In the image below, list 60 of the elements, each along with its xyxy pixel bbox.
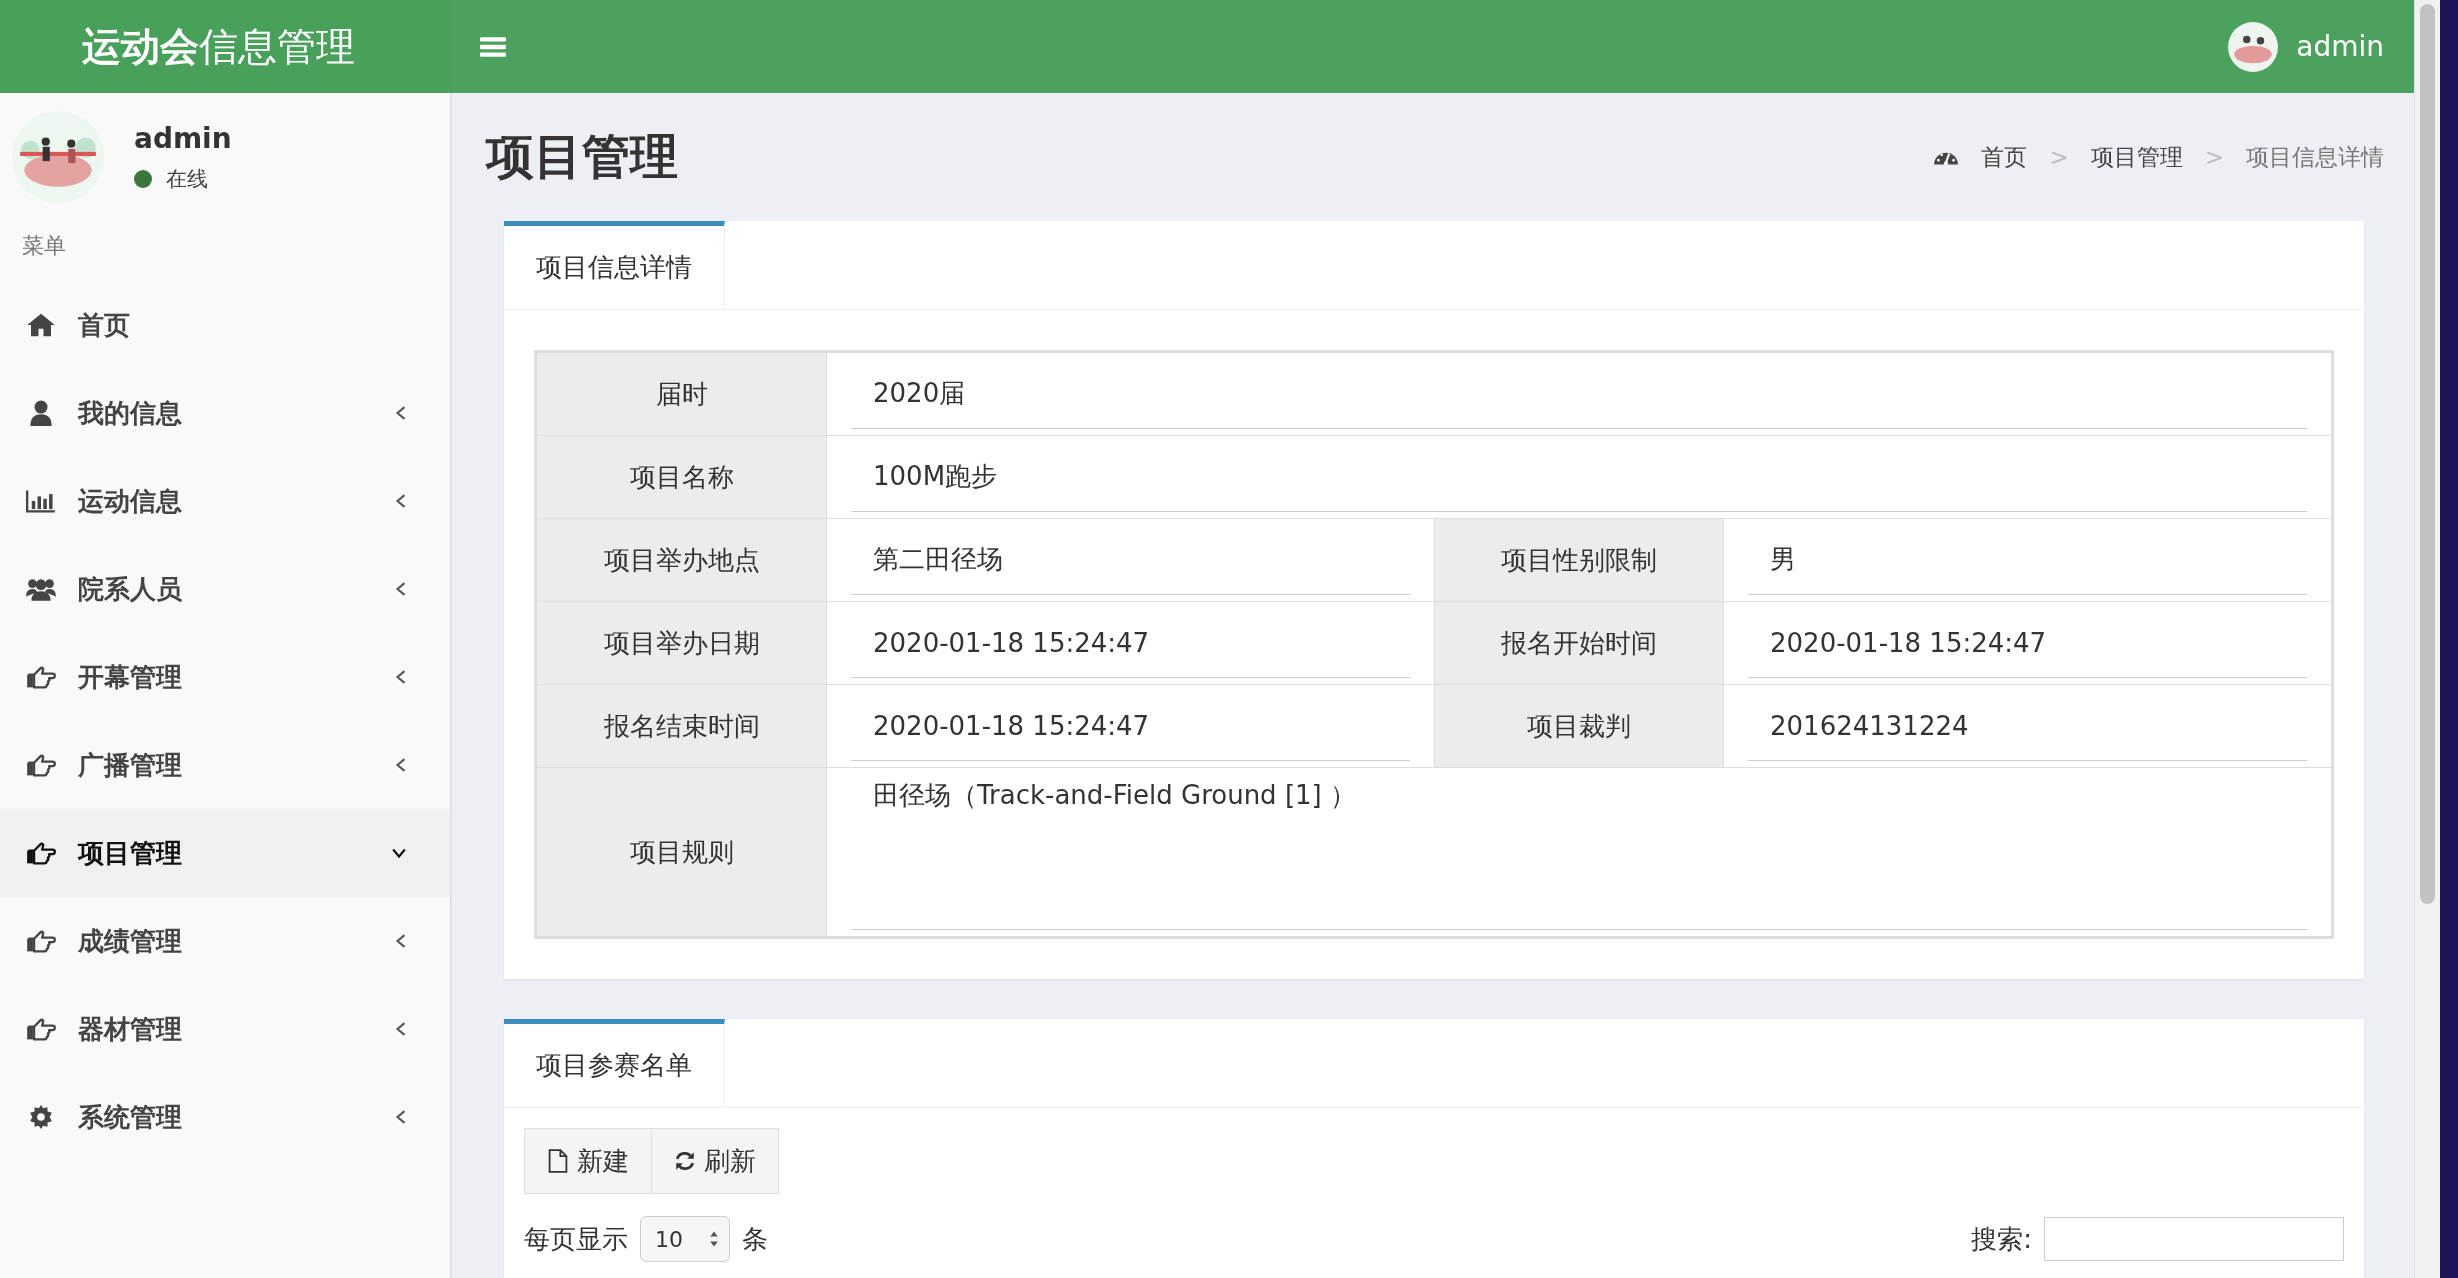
input-field[interactable]: 男 [1748, 525, 2307, 595]
breadcrumb-link[interactable]: 项目信息详情 [2246, 141, 2384, 173]
pointing-hand-icon [26, 928, 56, 954]
page-title: 项目管理 [486, 127, 678, 186]
sidebar-item[interactable]: 院系人员 [0, 545, 450, 633]
new-button[interactable]: 新建 [524, 1128, 652, 1194]
breadcrumb-link[interactable]: 项目管理 [2090, 141, 2183, 173]
field-label: 项目裁判 [1434, 685, 1724, 767]
avatar-picture[interactable] [2228, 21, 2279, 72]
home-icon [26, 312, 56, 338]
status-label: 在线 [166, 165, 208, 193]
input-field[interactable]: 2020-01-18 15:24:47 [1748, 608, 2307, 678]
users-icon [26, 576, 56, 602]
user-name: admin [134, 121, 232, 155]
field-label: 项目名称 [537, 436, 827, 518]
page-length-select[interactable]: 10 [640, 1216, 730, 1262]
breadcrumb-separator: > [2204, 144, 2224, 170]
input-field[interactable]: 2020-01-18 15:24:47 [851, 691, 1410, 761]
page-length-label: 每页显示 [524, 1222, 628, 1256]
menu-icon[interactable] [480, 35, 506, 58]
pointing-hand-icon [26, 1016, 56, 1042]
refresh-button[interactable]: 刷新 [652, 1128, 779, 1194]
input-field[interactable]: 第二田径场 [851, 525, 1410, 595]
page-length-unit: 条 [742, 1222, 768, 1256]
sidebar-item[interactable]: 广播管理 [0, 721, 450, 809]
panel-tab[interactable]: 项目信息详情 [504, 221, 725, 309]
pointing-hand-icon [26, 840, 56, 866]
field-label: 项目规则 [537, 768, 827, 936]
refresh-icon [674, 1149, 696, 1173]
input-field[interactable]: 201624131224 [1748, 691, 2307, 761]
field-label: 报名结束时间 [537, 685, 827, 767]
sidebar-item[interactable]: 开幕管理 [0, 633, 450, 721]
input-field[interactable]: 2020届 [851, 359, 2307, 429]
pointing-hand-icon [26, 664, 56, 690]
spinner-arrows-icon [709, 1230, 719, 1248]
breadcrumb-separator: > [2049, 144, 2069, 170]
bar-chart-icon [26, 488, 56, 514]
field-label: 项目性别限制 [1434, 519, 1724, 601]
field-label: 项目举办日期 [537, 602, 827, 684]
file-icon [547, 1149, 569, 1173]
input-field[interactable]: 100M跑步 [851, 442, 2307, 512]
sidebar-item[interactable]: 系统管理 [0, 1073, 450, 1161]
scrollbar[interactable] [2414, 0, 2440, 1278]
input-field[interactable]: 2020-01-18 15:24:47 [851, 608, 1410, 678]
search-field[interactable] [2044, 1217, 2344, 1261]
sidebar-item[interactable]: 首页 [0, 281, 450, 369]
field-label: 届时 [537, 353, 827, 435]
pointing-hand-icon [26, 752, 56, 778]
sidebar-item[interactable]: 运动信息 [0, 457, 450, 545]
breadcrumb-link[interactable]: 首页 [1981, 141, 2028, 173]
search-label: 搜索: [1971, 1222, 2032, 1256]
panel-tab[interactable]: 项目参赛名单 [504, 1019, 725, 1107]
field-label: 项目举办地点 [537, 519, 827, 601]
sidebar-item[interactable]: 项目管理 [0, 809, 450, 897]
text-area[interactable]: 田径场（Track-and-Field Ground [1] ） [851, 774, 2307, 930]
field-label: 报名开始时间 [1434, 602, 1724, 684]
menu-heading: 菜单 [21, 232, 67, 260]
sidebar-item[interactable]: 器材管理 [0, 985, 450, 1073]
sidebar-item[interactable]: 我的信息 [0, 369, 450, 457]
sidebar-item[interactable]: 成绩管理 [0, 897, 450, 985]
